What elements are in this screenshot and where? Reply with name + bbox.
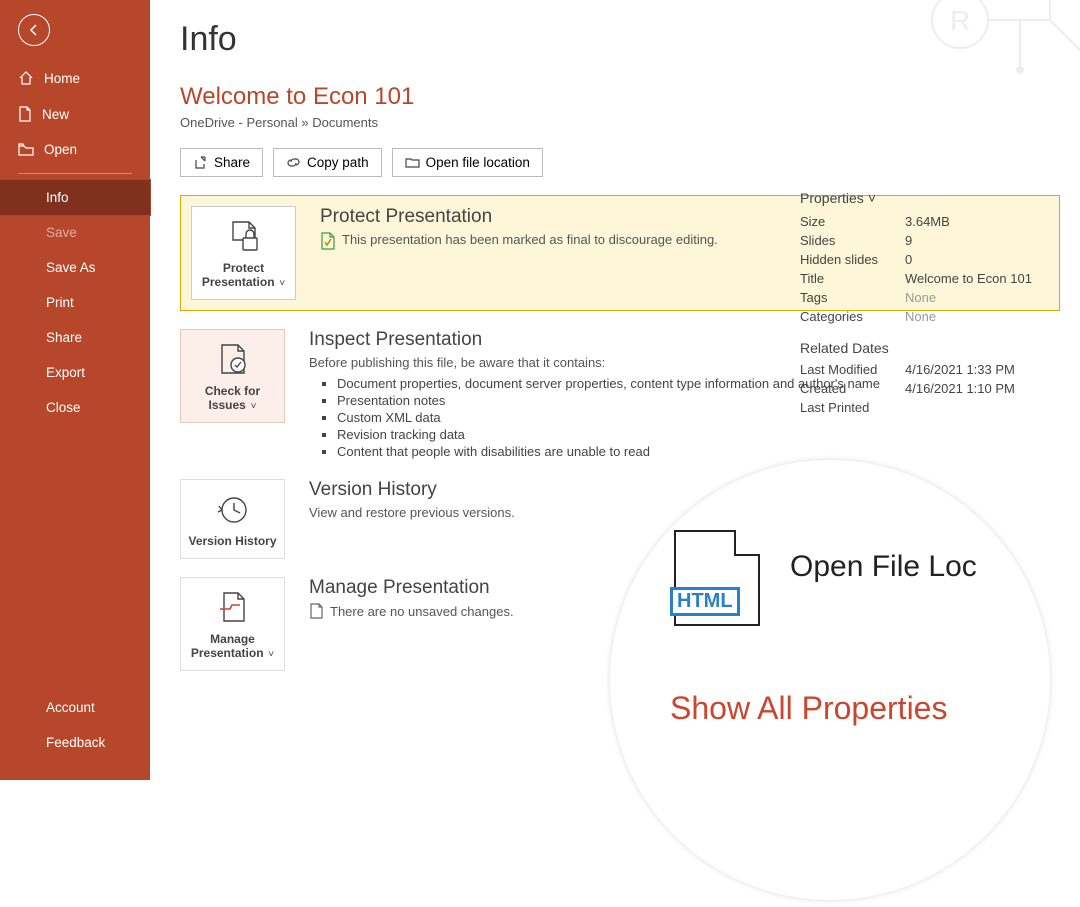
prop-row-categories[interactable]: CategoriesNone <box>800 309 1070 324</box>
open-file-location-link[interactable]: Open File Loc <box>790 550 977 584</box>
breadcrumb: OneDrive - Personal » Documents <box>180 115 1060 130</box>
sidebar-item-label: New <box>42 107 69 122</box>
sidebar-item-label: Open <box>44 142 77 157</box>
section-description: There are no unsaved changes. <box>330 604 514 619</box>
arrow-left-icon <box>26 22 42 38</box>
sidebar-item-label: Share <box>46 330 82 345</box>
sidebar-item-label: Feedback <box>46 735 105 750</box>
sidebar-item-save-as[interactable]: Save As <box>0 250 150 285</box>
chevron-down-icon: ˅ <box>266 649 275 660</box>
prop-row-modified: Last Modified4/16/2021 1:33 PM <box>800 362 1070 377</box>
properties-header-label: Properties <box>800 190 864 206</box>
inspect-file-icon <box>215 342 251 378</box>
manage-file-icon <box>215 590 251 626</box>
prop-row-title: TitleWelcome to Econ 101 <box>800 271 1070 286</box>
sidebar-item-print[interactable]: Print <box>0 285 150 320</box>
sidebar-item-close[interactable]: Close <box>0 390 150 425</box>
related-dates-header: Related Dates <box>800 340 1070 356</box>
prop-row-slides: Slides9 <box>800 233 1070 248</box>
zoom-callout: olfe HTML Open File Loc Show All Propert… <box>610 460 1050 900</box>
prop-row-hidden: Hidden slides0 <box>800 252 1070 267</box>
sidebar-item-label: Export <box>46 365 85 380</box>
sidebar-item-account[interactable]: Account <box>0 690 150 725</box>
copy-path-button[interactable]: Copy path <box>273 148 382 177</box>
list-item: Content that people with disabilities ar… <box>337 444 1060 459</box>
chevron-down-icon: ˅ <box>277 278 286 289</box>
sidebar-item-label: Close <box>46 400 81 415</box>
properties-panel: Properties ˅ Size3.64MB Slides9 Hidden s… <box>800 190 1070 419</box>
protect-presentation-button[interactable]: Protect Presentation ˅ <box>191 206 296 300</box>
html-file-icon: HTML <box>674 530 760 626</box>
version-history-button[interactable]: Version History <box>180 479 285 559</box>
sidebar-item-label: Home <box>44 71 80 86</box>
folder-icon <box>405 155 420 170</box>
card-label: Version History <box>188 534 276 548</box>
list-item: Revision tracking data <box>337 427 1060 442</box>
button-label: Share <box>214 155 250 170</box>
sidebar-item-label: Print <box>46 295 74 310</box>
history-icon <box>215 492 251 528</box>
file-icon <box>309 603 324 619</box>
sidebar-item-save[interactable]: Save <box>0 215 150 250</box>
sidebar-item-export[interactable]: Export <box>0 355 150 390</box>
sidebar-item-label: Info <box>46 190 69 205</box>
chevron-down-icon: ˅ <box>248 401 257 412</box>
properties-dropdown[interactable]: Properties ˅ <box>800 190 1070 206</box>
sidebar-separator <box>18 173 132 174</box>
prop-row-size: Size3.64MB <box>800 214 1070 229</box>
backstage-sidebar: Home New Open Info Save Save As Print Sh… <box>0 0 150 780</box>
check-for-issues-button[interactable]: Check for Issues ˅ <box>180 329 285 423</box>
prop-row-printed: Last Printed <box>800 400 1070 415</box>
back-button[interactable] <box>18 14 50 46</box>
button-label: Open file location <box>426 155 530 170</box>
chevron-down-icon: ˅ <box>868 190 876 206</box>
sidebar-item-home[interactable]: Home <box>0 60 150 96</box>
prop-row-created: Created4/16/2021 1:10 PM <box>800 381 1070 396</box>
card-label: Manage Presentation <box>191 632 264 660</box>
sidebar-item-info[interactable]: Info <box>0 180 150 215</box>
sidebar-item-label: Account <box>46 700 95 715</box>
show-all-properties-link[interactable]: Show All Properties <box>670 690 947 727</box>
document-title: Welcome to Econ 101 <box>180 83 1060 111</box>
sidebar-item-share[interactable]: Share <box>0 320 150 355</box>
share-icon <box>193 155 208 170</box>
final-file-icon <box>320 232 336 250</box>
sidebar-item-open[interactable]: Open <box>0 132 150 167</box>
new-file-icon <box>18 106 32 122</box>
zoom-fragment-text: olfe <box>1000 498 1032 521</box>
home-icon <box>18 70 34 86</box>
share-button[interactable]: Share <box>180 148 263 177</box>
section-description: This presentation has been marked as fin… <box>342 232 718 247</box>
html-badge: HTML <box>670 587 740 616</box>
folder-open-icon <box>18 143 34 157</box>
manage-presentation-button[interactable]: Manage Presentation ˅ <box>180 577 285 671</box>
card-label: Protect Presentation <box>202 261 275 289</box>
sidebar-item-feedback[interactable]: Feedback <box>0 725 150 760</box>
open-location-button[interactable]: Open file location <box>392 148 543 177</box>
page-title: Info <box>180 20 1060 59</box>
link-icon <box>286 155 301 170</box>
sidebar-item-label: Save As <box>46 260 96 275</box>
button-label: Copy path <box>307 155 369 170</box>
action-row: Share Copy path Open file location <box>180 148 1060 177</box>
lock-file-icon <box>226 219 262 255</box>
sidebar-item-label: Save <box>46 225 77 240</box>
prop-row-tags[interactable]: TagsNone <box>800 290 1070 305</box>
sidebar-item-new[interactable]: New <box>0 96 150 132</box>
